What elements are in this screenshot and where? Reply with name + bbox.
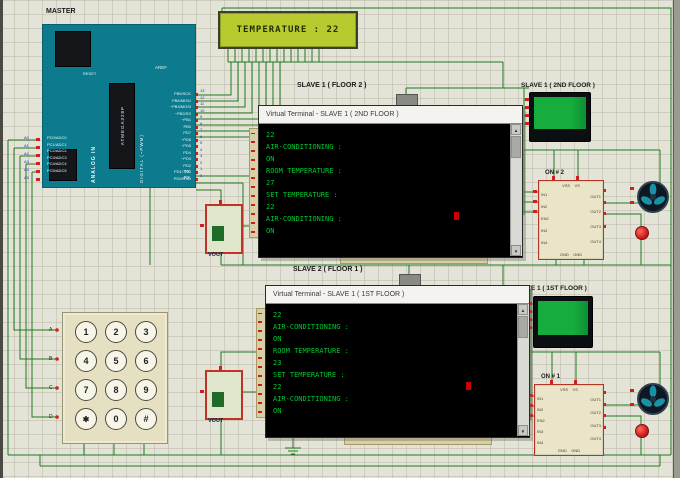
ic-top-pins: VSS VS <box>560 387 578 392</box>
fan-icon <box>637 181 669 213</box>
scrollbar-thumb[interactable] <box>511 136 521 158</box>
scroll-down-button[interactable]: ▼ <box>518 425 528 436</box>
usb-connector <box>55 31 91 67</box>
scroll-up-button[interactable]: ▲ <box>518 304 528 315</box>
digital-pin-labels: PB5/SCK PB4/MISO ~PB3/MOSI ~PB2/SS ~PB1 … <box>169 91 191 181</box>
key-4[interactable]: 4 <box>75 350 97 372</box>
keypad[interactable]: 1 2 3 4 5 6 7 8 9 ✱ 0 # <box>62 312 168 444</box>
key-9[interactable]: 9 <box>135 379 157 401</box>
vout-label-1: VOUT <box>208 252 224 258</box>
master-label: MASTER <box>46 8 76 15</box>
keypad-row-a: A <box>49 327 53 333</box>
scroll-down-button[interactable]: ▼ <box>511 245 521 256</box>
terminal2-title: Virtual Terminal - SLAVE 1 ( 1ST FLOOR ) <box>273 291 405 298</box>
slave1-floor2-label: SLAVE 1 ( FLOOR 2 ) <box>297 82 367 89</box>
lcd-display[interactable]: TEMPERATURE : 22 <box>218 11 358 49</box>
driver1-label: ON # 2 <box>545 170 565 176</box>
scrollbar-thumb[interactable] <box>518 316 528 338</box>
ic-right-pins: OUT1 OUT2 OUT3 OUT4 <box>590 194 601 244</box>
led-indicator-2[interactable] <box>635 424 649 438</box>
key-5[interactable]: 5 <box>105 350 127 372</box>
scroll-up-button[interactable]: ▲ <box>511 124 521 135</box>
ic-bottom-pins: GND GND <box>559 252 583 257</box>
ic-left-pins: IN1 IN2 EN2 IN3 IN4 <box>541 192 549 245</box>
terminal1-output[interactable]: 22 AIR-CONDITIONING : ON ROOM TEMPERATURE … <box>259 124 522 256</box>
atmega-chip: ATMEGA328P <box>109 83 135 169</box>
key-hash[interactable]: # <box>135 408 157 430</box>
voltage-regulator-1[interactable] <box>205 204 243 254</box>
terminal2-cursor <box>466 382 471 390</box>
key-3[interactable]: 3 <box>135 321 157 343</box>
key-8[interactable]: 8 <box>105 379 127 401</box>
driver2-label: ON # 1 <box>541 374 561 380</box>
oled-screen <box>534 97 586 129</box>
fan-motor-1[interactable] <box>636 180 670 214</box>
terminal1-scrollbar[interactable]: ▲ ▼ <box>510 124 522 256</box>
right-window-edge <box>673 0 680 478</box>
ic-right-pins: OUT1 OUT2 OUT3 OUT4 <box>590 397 601 441</box>
terminal1-lines: 22 AIR-CONDITIONING : ON ROOM TEMPERATURE … <box>266 131 342 235</box>
slave2-floor1-label: SLAVE 2 ( FLOOR 1 ) <box>293 266 363 273</box>
terminal1-titlebar[interactable]: Virtual Terminal - SLAVE 1 ( 2ND FLOOR ) <box>259 106 522 124</box>
voltage-regulator-2[interactable] <box>205 370 243 420</box>
digital-pwm-label: DIGITAL (~PWM) <box>139 134 144 183</box>
led-indicator-1[interactable] <box>635 226 649 240</box>
terminal1-cursor <box>454 212 459 220</box>
display1-label: SLAVE 1 ( 2ND FLOOR ) <box>521 82 595 89</box>
motor-driver-ic-1[interactable]: VSS VS IN1 IN2 EN2 IN3 IN4 OUT1 OUT2 OUT… <box>538 180 604 260</box>
terminal2-output[interactable]: 22 AIR-CONDITIONING : ON ROOM TEMPERATURE … <box>266 304 529 436</box>
ic-bottom-pins: GND GND <box>557 448 581 453</box>
keypad-row-d: D <box>49 414 53 420</box>
terminal2-titlebar[interactable]: Virtual Terminal - SLAVE 1 ( 1ST FLOOR ) <box>266 286 529 304</box>
analog-pin-labels: PC0/ADC0 PC1/ADC1 PC2/ADC2 PC3/ADC3 PC4/… <box>47 135 67 173</box>
regulator-core <box>212 226 224 241</box>
keypad-row-b: B <box>49 356 53 362</box>
key-star[interactable]: ✱ <box>75 408 97 430</box>
oled-display-1[interactable] <box>529 92 591 142</box>
fan-icon <box>637 383 669 415</box>
vout-label-2: VOUT <box>208 418 224 424</box>
atmega-chip-label: ATMEGA328P <box>119 106 125 146</box>
virtual-terminal-window-2[interactable]: Virtual Terminal - SLAVE 1 ( 1ST FLOOR )… <box>265 285 530 438</box>
terminal2-scrollbar[interactable]: ▲ ▼ <box>517 304 529 436</box>
fan-motor-2[interactable] <box>636 382 670 416</box>
key-7[interactable]: 7 <box>75 379 97 401</box>
key-6[interactable]: 6 <box>135 350 157 372</box>
proteus-schematic-canvas: MASTER ATMEGA328P ANALOG IN DIGITAL (~PW… <box>0 0 680 478</box>
regulator-core <box>212 392 224 407</box>
ic-top-pins: VSS VS <box>562 183 580 188</box>
oled-screen <box>538 301 588 335</box>
key-0[interactable]: 0 <box>105 408 127 430</box>
keypad-row-c: C <box>49 385 53 391</box>
reset-label: RESET <box>83 71 97 76</box>
arduino-board[interactable]: ATMEGA328P ANALOG IN DIGITAL (~PWM) AREF… <box>42 24 196 188</box>
terminal1-title: Virtual Terminal - SLAVE 1 ( 2ND FLOOR ) <box>266 111 399 118</box>
analog-in-label: ANALOG IN <box>91 145 97 183</box>
motor-driver-ic-2[interactable]: VSS VS IN1 IN2 EN2 IN3 IN4 OUT1 OUT2 OUT… <box>534 384 604 456</box>
key-2[interactable]: 2 <box>105 321 127 343</box>
terminal2-lines: 22 AIR-CONDITIONING : ON ROOM TEMPERATURE … <box>273 311 349 415</box>
ic-left-pins: IN1 IN2 EN2 IN3 IN4 <box>537 396 545 445</box>
oled-display-2[interactable] <box>533 296 593 348</box>
aref-label: AREF <box>155 65 168 70</box>
analog-pin-numbers: A0 A1 A2 A3 A4 A5 <box>24 135 29 180</box>
left-window-edge <box>0 0 3 478</box>
digital-pin-numbers: 13 12 11 10 9 8 7 6 5 4 3 2 1 0 <box>200 88 205 178</box>
virtual-terminal-window-1[interactable]: Virtual Terminal - SLAVE 1 ( 2ND FLOOR )… <box>258 105 523 258</box>
key-1[interactable]: 1 <box>75 321 97 343</box>
lcd-text: TEMPERATURE : 22 <box>236 25 340 35</box>
